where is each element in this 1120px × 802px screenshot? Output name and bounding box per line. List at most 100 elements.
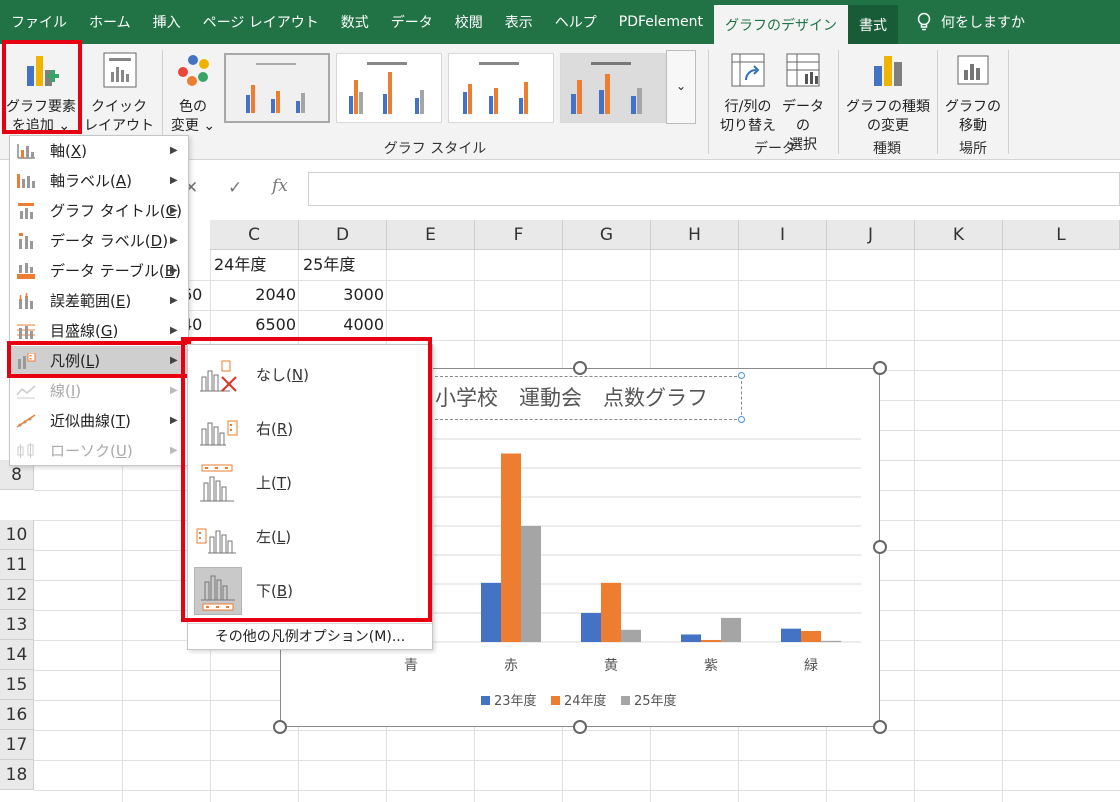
add-chart-element-button[interactable]: グラフ要素 を追加 ⌄ — [4, 50, 78, 136]
tab-review[interactable]: 校閲 — [444, 0, 494, 44]
column-header-h[interactable]: H — [651, 220, 739, 250]
cell-d2[interactable]: 3000 — [298, 280, 384, 310]
chart-resize-handle[interactable] — [273, 720, 287, 734]
column-header-d[interactable]: D — [299, 220, 387, 250]
row-header-10[interactable]: 10 — [0, 520, 34, 550]
switch-row-column-button[interactable]: 行/列の 切り替え — [718, 50, 778, 136]
chart-style-4[interactable] — [560, 53, 666, 123]
menu-item-gridlines[interactable]: 目盛線(G) ▶ — [10, 316, 188, 346]
tab-help[interactable]: ヘルプ — [544, 0, 608, 44]
menu-item-label: データ ラベル(D) — [50, 232, 169, 250]
chart-bar — [781, 628, 801, 642]
row-header-14[interactable]: 14 — [0, 640, 34, 670]
chart-style-2[interactable] — [336, 53, 442, 123]
column-header-e[interactable]: E — [387, 220, 475, 250]
x-tick-label: 赤 — [504, 658, 518, 674]
change-chart-type-label-1: グラフの種類 — [846, 99, 930, 115]
chart-bar — [721, 617, 741, 642]
column-header-c[interactable]: C — [210, 220, 299, 250]
cell-c3[interactable]: 6500 — [210, 310, 296, 340]
tab-formulas[interactable]: 数式 — [330, 0, 380, 44]
menu-item-axes[interactable]: 軸(X) ▶ — [10, 136, 188, 166]
cell-c2[interactable]: 2040 — [210, 280, 296, 310]
cell-d1[interactable]: 25年度 — [303, 250, 355, 280]
chart-style-1[interactable] — [224, 53, 330, 123]
tell-me-search[interactable]: 何をしますか — [906, 0, 1036, 44]
change-chart-type-button[interactable]: グラフの種類 の変更 — [844, 50, 932, 136]
legend-option-right[interactable]: 右(R) — [188, 403, 432, 455]
column-header-l[interactable]: L — [1003, 220, 1120, 250]
move-chart-button[interactable]: グラフの 移動 — [942, 50, 1004, 136]
chart-bar — [801, 630, 821, 642]
tab-pdfelement[interactable]: PDFelement — [608, 0, 714, 44]
menu-item-chart-title[interactable]: グラフ タイトル(C) ▶ — [10, 196, 188, 226]
lightbulb-icon — [917, 12, 931, 31]
tab-chart-design[interactable]: グラフのデザイン — [714, 5, 849, 44]
search-label: 何をしますか — [941, 15, 1026, 31]
column-header-k[interactable]: K — [915, 220, 1003, 250]
title-handle[interactable] — [738, 372, 745, 379]
tab-home[interactable]: ホーム — [78, 0, 142, 44]
row-header-13[interactable]: 13 — [0, 610, 34, 640]
submenu-arrow-icon: ▶ — [170, 415, 178, 426]
row-header-17[interactable]: 17 — [0, 730, 34, 760]
change-chart-type-label-2: の変更 — [867, 118, 909, 134]
legend-option-none[interactable]: なし(N) — [188, 349, 432, 401]
style-gallery-more-button[interactable]: ⌄ — [666, 50, 696, 124]
formula-input[interactable] — [308, 172, 1120, 206]
cell-c1[interactable]: 24年度 — [214, 250, 266, 280]
chart-bar — [601, 582, 621, 642]
column-header-g[interactable]: G — [563, 220, 651, 250]
tab-insert[interactable]: 挿入 — [142, 0, 192, 44]
title-handle[interactable] — [738, 416, 745, 423]
menu-item-label: 凡例(L) — [50, 352, 101, 370]
legend-option-left[interactable]: 左(L) — [188, 511, 432, 563]
row-header-12[interactable]: 12 — [0, 580, 34, 610]
lines-icon — [16, 385, 36, 399]
menu-item-data-labels[interactable]: データ ラベル(D) ▶ — [10, 226, 188, 256]
chart-title[interactable]: 小学校 運動会 点数グラフ — [430, 376, 742, 420]
tab-file[interactable]: ファイル — [0, 0, 78, 44]
switch-row-column-label-1: 行/列の — [724, 99, 772, 115]
menu-item-axis-titles[interactable]: 軸ラベル(A) ▶ — [10, 166, 188, 196]
chart-resize-handle[interactable] — [573, 361, 587, 375]
column-header-i[interactable]: I — [739, 220, 827, 250]
menu-item-data-table[interactable]: データ テーブル(B) ▶ — [10, 256, 188, 286]
legend-label: 25年度 — [634, 693, 677, 709]
more-legend-options[interactable]: その他の凡例オプション(M)... — [188, 623, 432, 649]
change-colors-button[interactable]: 色の 変更 ⌄ — [164, 50, 222, 136]
enter-icon[interactable]: ✓ — [228, 178, 242, 198]
group-label-location: 場所 — [959, 141, 987, 157]
row-header-16[interactable]: 16 — [0, 700, 34, 730]
column-header-j[interactable]: J — [827, 220, 915, 250]
menu-item-legend[interactable]: 凡例(L) ▶ — [10, 346, 188, 376]
tab-view[interactable]: 表示 — [494, 0, 544, 44]
chart-resize-handle[interactable] — [873, 540, 887, 554]
tab-page-layout[interactable]: ページ レイアウト — [192, 0, 330, 44]
row-header-18[interactable]: 18 — [0, 760, 34, 790]
chart-resize-handle[interactable] — [873, 361, 887, 375]
menu-item-error-bars[interactable]: 誤差範囲(E) ▶ — [10, 286, 188, 316]
group-label-type: 種類 — [873, 141, 901, 157]
menu-item-trendline[interactable]: 近似曲線(T) ▶ — [10, 406, 188, 436]
menu-item-label: 軸ラベル(A) — [50, 172, 132, 190]
insert-function-icon[interactable]: fx — [272, 176, 288, 196]
add-chart-element-icon — [27, 56, 59, 86]
legend-option-bottom[interactable]: 下(B) — [188, 565, 432, 617]
column-header-f[interactable]: F — [475, 220, 563, 250]
chart-resize-handle[interactable] — [873, 720, 887, 734]
axes-icon — [17, 144, 35, 159]
tab-format[interactable]: 書式 — [848, 5, 899, 44]
tab-data[interactable]: データ — [380, 0, 444, 44]
legend-none-icon — [194, 351, 242, 399]
chart-style-3[interactable] — [448, 53, 554, 123]
move-chart-icon — [957, 55, 989, 85]
cell-d3[interactable]: 4000 — [298, 310, 384, 340]
menu-item-label: データ テーブル(B) — [50, 262, 181, 280]
legend-option-label: なし(N) — [256, 366, 309, 384]
submenu-arrow-icon: ▶ — [170, 445, 178, 456]
row-header-11[interactable]: 11 — [0, 550, 34, 580]
row-header-15[interactable]: 15 — [0, 670, 34, 700]
legend-option-top[interactable]: 上(T) — [188, 457, 432, 509]
chart-resize-handle[interactable] — [573, 720, 587, 734]
